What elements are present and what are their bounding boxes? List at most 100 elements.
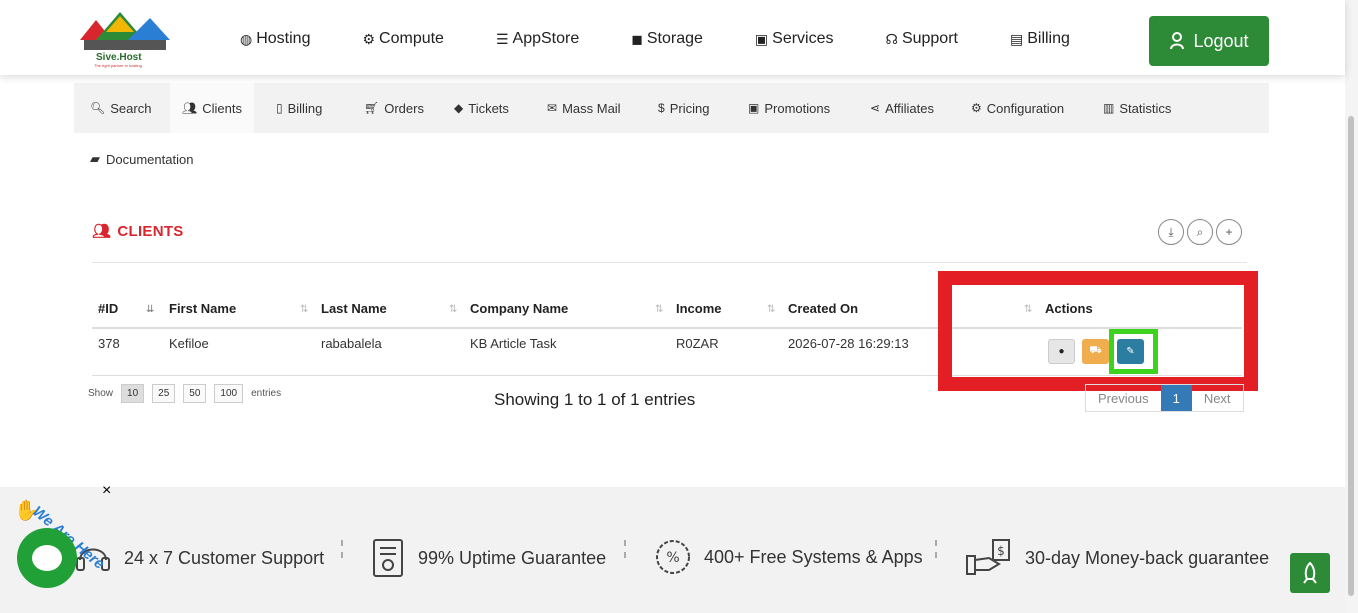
subnav-label: Orders [384,100,424,116]
col-header-created-on[interactable]: Created On [788,301,858,316]
subnav-label: Configuration [986,100,1065,116]
admin-subnav: 🔍︎ Search 👥︎ Clients ▯ Billing 🛒︎ Orders ◆ Ti… [74,83,1269,133]
nav-label: Support [901,30,958,47]
clients-title-text: CLIENTS [117,222,184,240]
subnav-label: Affiliates [885,100,934,116]
scroll-to-top-button[interactable] [1290,553,1330,593]
pagination: Previous 1 Next [1085,384,1244,412]
subnav-label: Search [110,100,152,116]
col-header-first-name[interactable]: First Name [169,301,236,316]
edit-client-button[interactable]: ✎ [1117,339,1144,364]
rocket-icon [1303,562,1317,584]
col-header-company[interactable]: Company Name [470,301,568,316]
gift-icon: ▣ [754,30,769,47]
page-length-control: Show 10 25 50 100 entries [88,384,281,403]
nav-hosting[interactable]: ◍ Hosting [240,30,310,48]
subnav-label: Tickets [468,100,509,116]
length-25-button[interactable]: 25 [152,384,176,403]
feature-separator [935,540,937,558]
receipt-icon: ▤ [1009,30,1024,47]
sort-icon[interactable]: ⇅ [1024,304,1032,315]
chat-close-button[interactable]: × [102,482,111,500]
previous-page-button[interactable]: Previous [1086,385,1161,411]
subnav-statistics[interactable]: ▥ Statistics [1103,83,1171,133]
percent-badge-icon: % [656,540,690,574]
sort-icon[interactable]: ⇅ [300,304,308,315]
next-page-button[interactable]: Next [1192,385,1243,411]
nav-label: Storage [646,30,703,47]
add-client-button[interactable]: + [1216,219,1242,245]
file-icon: ▯ [276,101,283,115]
nav-appstore[interactable]: ☰ AppStore [496,30,579,48]
sort-desc-icon[interactable]: ⇊ [146,304,154,315]
plus-icon: + [1225,225,1233,239]
subnav-promotions[interactable]: ▣ Promotions [748,83,830,133]
cube-icon: ◼ [631,30,643,47]
cell-last-name: rababalela [321,336,382,351]
sort-icon[interactable]: ⇅ [655,304,663,315]
gear-icon: ⚙ [362,30,376,47]
feature-free-apps: % 400+ Free Systems & Apps [654,538,923,576]
scrollbar-thumb[interactable] [1348,116,1354,596]
nav-billing[interactable]: ▤ Billing [1010,30,1070,48]
subnav-label: Mass Mail [562,100,621,116]
edit-icon: ✎ [1126,346,1135,357]
cogs-icon: ⚙ [971,101,982,115]
subnav-mass-mail[interactable]: ✉ Mass Mail [547,83,621,133]
search-icon: ⌕ [1196,224,1204,239]
subnav-orders[interactable]: 🛒︎ Orders [364,83,424,133]
cell-id: 378 [98,336,120,351]
cell-first-name: Kefiloe [169,336,209,351]
subnav-billing[interactable]: ▯ Billing [276,83,322,133]
search-button[interactable]: ⌕ [1187,219,1213,245]
table-header-divider [92,327,1242,329]
col-header-income[interactable]: Income [676,301,722,316]
entries-label: entries [251,388,282,399]
feature-label: 400+ Free Systems & Apps [704,546,923,567]
ticket-icon: ◆ [454,101,464,115]
share-icon: ⋖ [870,101,881,115]
subnav-pricing[interactable]: $ Pricing [658,83,709,133]
length-100-button[interactable]: 100 [214,384,244,403]
certificate-icon [373,539,403,577]
orders-button[interactable]: ⛟ [1082,339,1109,364]
nav-compute[interactable]: ⚙ Compute [362,30,443,48]
chat-launcher-button[interactable] [17,528,77,588]
logo-tagline: The right partner in hosting [94,63,142,68]
globe-icon: ◍ [240,30,253,47]
length-10-button[interactable]: 10 [121,384,145,403]
subnav-search[interactable]: 🔍︎ Search [90,83,151,133]
col-header-last-name[interactable]: Last Name [321,301,387,316]
top-navbar: Sive.Host The right partner in hosting ◍… [0,0,1345,75]
cell-created-on: 2026-07-28 16:29:13 [788,336,909,351]
nav-label: Compute [379,30,444,47]
cell-income: R0ZAR [676,336,719,351]
page-1-button[interactable]: 1 [1160,385,1192,411]
download-button[interactable]: ⤓ [1158,219,1184,245]
nav-services[interactable]: ▣ Services [755,30,834,48]
nav-label: AppStore [512,30,580,47]
feature-uptime: 99% Uptime Guarantee [370,538,606,578]
subnav-configuration[interactable]: ⚙ Configuration [971,83,1064,133]
logout-button[interactable]: Logout [1149,16,1269,66]
user-icon [1170,32,1185,50]
svg-text:%: % [666,550,679,566]
view-profile-button[interactable]: ● [1048,339,1075,364]
subnav-label: Clients [202,100,242,116]
table-info: Showing 1 to 1 of 1 entries [494,390,696,409]
feature-label: 99% Uptime Guarantee [418,547,607,568]
sort-icon[interactable]: ⇅ [767,304,775,315]
subnav-tickets[interactable]: ◆ Tickets [454,83,509,133]
nav-label: Hosting [256,30,311,47]
envelope-icon: ✉ [547,101,558,115]
subnav-clients[interactable]: 👥︎ Clients [170,83,254,133]
subnav-affiliates[interactable]: ⋖ Affiliates [870,83,934,133]
site-logo[interactable]: Sive.Host The right partner in hosting [76,10,172,68]
subnav-documentation[interactable]: ▰ Documentation [90,151,193,167]
nav-storage[interactable]: ◼ Storage [631,30,703,48]
length-50-button[interactable]: 50 [183,384,207,403]
documentation-label: Documentation [106,151,194,167]
sort-icon[interactable]: ⇅ [449,304,457,315]
nav-support[interactable]: ☊ Support [886,30,958,48]
col-header-id[interactable]: #ID [98,301,118,316]
